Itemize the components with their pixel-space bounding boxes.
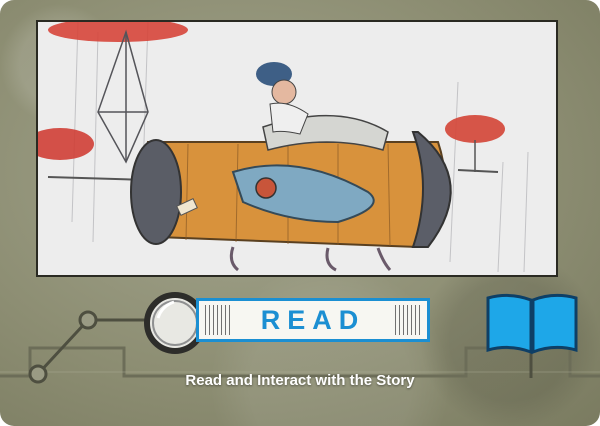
- decorative-lines-left: [205, 305, 231, 335]
- read-button[interactable]: READ: [196, 298, 430, 342]
- tagline: Read and Interact with the Story: [185, 372, 415, 389]
- read-label: READ: [260, 304, 366, 335]
- story-card: READ Read and Interact with the Story: [0, 0, 600, 426]
- open-book-icon: [486, 293, 578, 355]
- flying-machine-illustration: [38, 22, 556, 275]
- decorative-lines-right: [395, 305, 421, 335]
- open-book-button[interactable]: [484, 292, 580, 358]
- story-illustration: [36, 20, 558, 277]
